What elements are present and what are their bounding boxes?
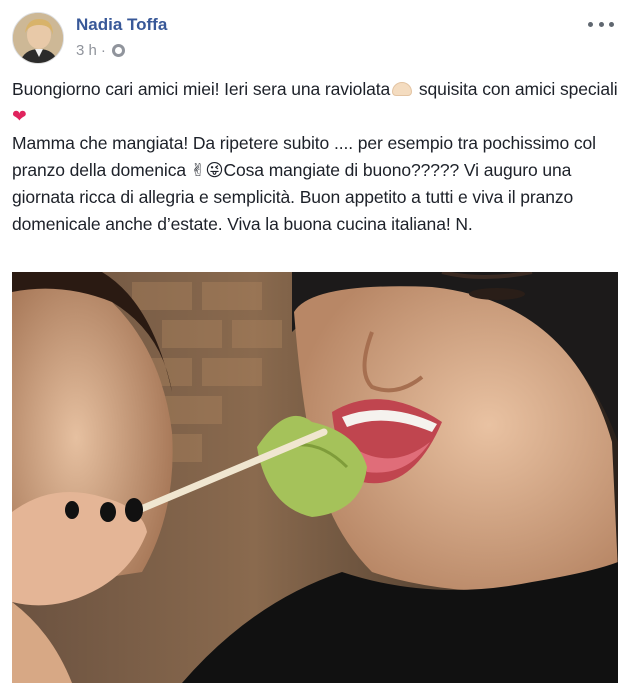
avatar-image	[13, 13, 63, 63]
post-meta: 3 h ·	[76, 42, 125, 59]
post-header: Nadia Toffa 3 h ·	[12, 12, 618, 68]
post-text-segment: squisita con amici speciali	[414, 79, 618, 99]
photo-image	[12, 272, 618, 683]
dumpling-emoji-icon	[392, 82, 413, 96]
globe-icon[interactable]	[111, 44, 125, 57]
dot	[588, 21, 593, 27]
dot	[598, 21, 604, 27]
facebook-post: Nadia Toffa 3 h · Buongiorno cari amici …	[0, 0, 630, 683]
post-paragraph-1: Buongiorno cari amici miei! Ieri sera un…	[12, 76, 618, 130]
author-avatar[interactable]	[12, 12, 64, 64]
victory-hand-emoji-icon: ✌	[190, 160, 206, 181]
heart-emoji-icon: ❤	[12, 106, 27, 127]
ellipsis-icon[interactable]	[588, 16, 614, 32]
post-text: Buongiorno cari amici miei! Ieri sera un…	[12, 76, 618, 237]
meta-separator: ·	[100, 42, 106, 59]
winking-face-tongue-emoji-icon: 😜	[205, 160, 224, 181]
post-paragraph-2: Mamma che mangiata! Da ripetere subito .…	[12, 130, 618, 237]
post-photo[interactable]	[12, 272, 618, 683]
post-timestamp[interactable]: 3 h	[76, 42, 97, 59]
post-text-segment: Buongiorno cari amici miei! Ieri sera un…	[12, 79, 391, 99]
dot	[609, 21, 614, 27]
author-name[interactable]: Nadia Toffa	[76, 15, 167, 35]
